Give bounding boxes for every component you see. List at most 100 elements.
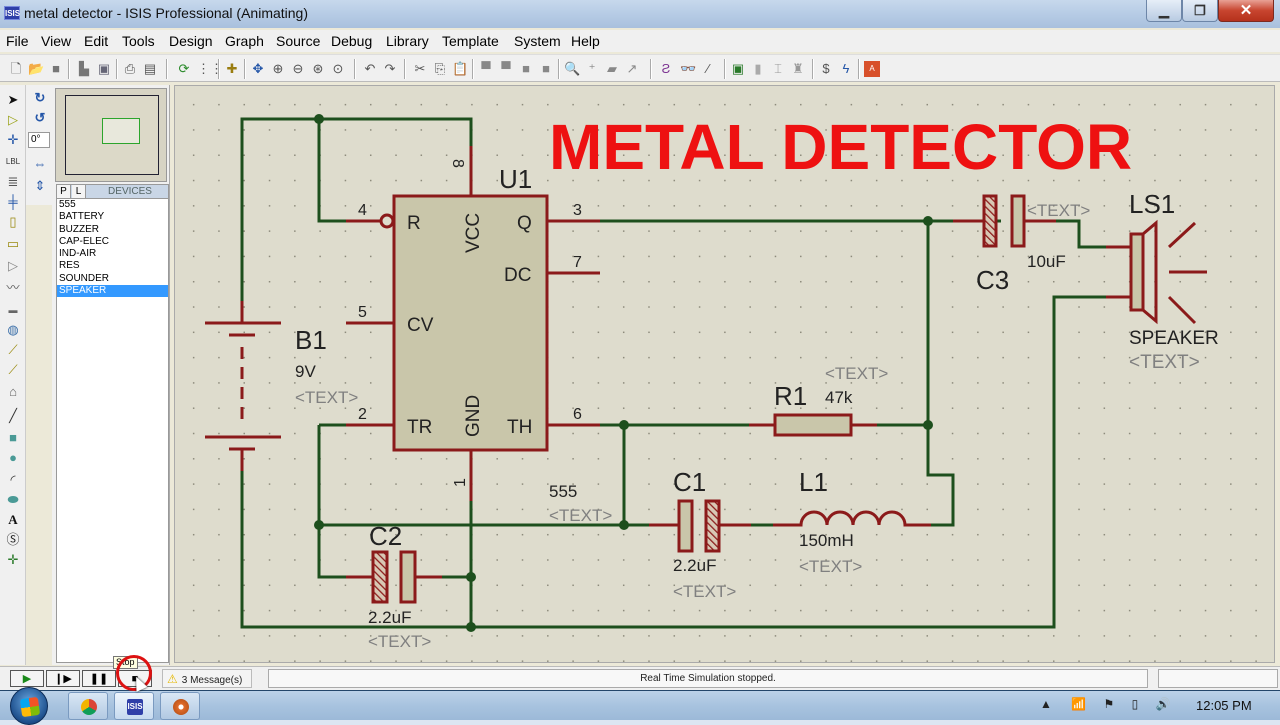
zoom-in-icon[interactable]: ⊕ xyxy=(270,61,286,77)
menu-help[interactable]: Help xyxy=(571,33,600,49)
volume-icon[interactable]: 🔊 xyxy=(1156,697,1171,711)
device-item[interactable]: CAP-ELEC xyxy=(57,236,168,248)
start-button[interactable] xyxy=(10,687,48,725)
subcircuit-icon[interactable]: ▯ xyxy=(4,213,22,231)
l1-inductor[interactable]: L1 150mH <TEXT> xyxy=(773,467,931,576)
menu-debug[interactable]: Debug xyxy=(331,33,372,49)
import-icon[interactable]: ▙ xyxy=(76,61,92,77)
mirror-x-icon[interactable]: ⇔ xyxy=(31,155,49,173)
c3-capacitor[interactable]: C3 10uF <TEXT> xyxy=(953,194,1090,295)
b1-battery[interactable]: B1 9V <TEXT> xyxy=(205,301,358,471)
restore-button[interactable]: ❐ xyxy=(1182,0,1218,22)
remove-sheet-icon[interactable]: ▮ xyxy=(750,61,766,77)
menu-file[interactable]: File xyxy=(6,33,29,49)
refresh-icon[interactable]: ⟳ xyxy=(176,61,192,77)
open-file-icon[interactable]: 📂 xyxy=(28,61,44,77)
c2-capacitor[interactable]: C2 2.2uF <TEXT> xyxy=(346,521,442,651)
r1-resistor[interactable]: R1 47k <TEXT> xyxy=(749,364,888,437)
device-item[interactable]: BUZZER xyxy=(57,224,168,236)
close-button[interactable]: ✕ xyxy=(1218,0,1274,22)
virtual-instruments-icon[interactable]: ⌂ xyxy=(4,383,22,401)
line-icon[interactable]: ╱ xyxy=(4,407,22,425)
export-icon[interactable]: ▣ xyxy=(96,61,112,77)
block-delete-icon[interactable]: ■ xyxy=(538,61,554,77)
symbol-icon[interactable]: Ⓢ xyxy=(4,531,22,549)
ls1-speaker[interactable]: LS1 SPEAKER <TEXT> xyxy=(1106,189,1219,373)
menu-design[interactable]: Design xyxy=(169,33,213,49)
pick-device-icon[interactable]: 🔍 xyxy=(564,61,580,77)
menu-edit[interactable]: Edit xyxy=(84,33,108,49)
new-sheet-icon[interactable]: ▣ xyxy=(730,61,746,77)
action-center-flag-icon[interactable]: ⚑ xyxy=(1104,697,1115,711)
component-mode-icon[interactable]: ▷ xyxy=(4,111,22,129)
block-move-icon[interactable]: ▀ xyxy=(498,61,514,77)
origin-icon[interactable]: ✚ xyxy=(224,61,240,77)
minimize-button[interactable]: ▁ xyxy=(1146,0,1182,22)
save-icon[interactable]: ■ xyxy=(48,61,64,77)
u1-555-timer[interactable]: R Q DC CV TR TH VCC GND 4 3 7 5 2 6 8 1 … xyxy=(346,146,612,525)
undo-icon[interactable]: ↶ xyxy=(362,61,378,77)
make-device-icon[interactable]: ⁺ xyxy=(584,61,600,77)
rotation-angle-input[interactable]: 0° xyxy=(28,132,50,148)
closed-path-icon[interactable]: ⬬ xyxy=(4,491,22,509)
text-icon[interactable]: A xyxy=(4,511,22,529)
wire-label-icon[interactable]: LBL xyxy=(4,153,22,171)
step-button[interactable]: ❙▶ xyxy=(46,670,80,687)
current-probe-icon[interactable]: ⟋ xyxy=(4,361,22,379)
grid-icon[interactable]: ⋮⋮ xyxy=(197,61,223,77)
tape-recorder-icon[interactable]: ▬ xyxy=(4,301,22,319)
zoom-out-icon[interactable]: ⊖ xyxy=(290,61,306,77)
signal-icon[interactable]: 📶 xyxy=(1071,697,1086,711)
rotate-clockwise-icon[interactable]: ↻ xyxy=(31,89,49,107)
overview-window[interactable] xyxy=(55,88,167,182)
zoom-to-child-icon[interactable]: ♜ xyxy=(790,61,806,77)
arc-icon[interactable]: ◜ xyxy=(4,471,22,489)
zoom-all-icon[interactable]: ⊛ xyxy=(310,61,326,77)
block-copy-icon[interactable]: ▀ xyxy=(478,61,494,77)
show-hidden-icons[interactable]: ▲ xyxy=(1040,697,1052,711)
device-item[interactable]: SOUNDER xyxy=(57,273,168,285)
electrical-rule-check-icon[interactable]: ϟ xyxy=(838,61,854,77)
print-icon[interactable]: ⎙ xyxy=(122,61,138,77)
device-item[interactable]: RES xyxy=(57,260,168,272)
messages-indicator[interactable]: ⚠ 3 Message(s) xyxy=(162,669,252,688)
menu-view[interactable]: View xyxy=(41,33,71,49)
circle-icon[interactable]: ● xyxy=(4,449,22,467)
device-item-selected[interactable]: SPEAKER xyxy=(57,285,168,298)
device-item[interactable]: IND-AIR xyxy=(57,248,168,260)
property-assignment-tool-icon[interactable]: ⁄ xyxy=(700,61,716,77)
taskbar-isis[interactable]: ISIS xyxy=(114,692,154,720)
c1-capacitor[interactable]: C1 2.2uF <TEXT> xyxy=(649,467,751,601)
device-pins-icon[interactable]: ▷ xyxy=(4,257,22,275)
play-button[interactable]: ▶ xyxy=(10,670,44,687)
menu-library[interactable]: Library xyxy=(386,33,429,49)
clock[interactable]: 12:05 PM xyxy=(1196,698,1252,713)
pause-button[interactable]: ❚❚ xyxy=(82,670,116,687)
block-rotate-icon[interactable]: ■ xyxy=(518,61,534,77)
library-manager-button[interactable]: L xyxy=(72,185,86,198)
pick-devices-button[interactable]: P xyxy=(57,185,71,198)
rotate-anticlockwise-icon[interactable]: ↺ xyxy=(31,109,49,127)
decompose-icon[interactable]: ↗ xyxy=(624,61,640,77)
buses-icon[interactable]: ╪ xyxy=(4,193,22,211)
menu-source[interactable]: Source xyxy=(276,33,320,49)
overview-viewport[interactable] xyxy=(102,118,140,144)
device-item[interactable]: BATTERY xyxy=(57,211,168,223)
taskbar-paint[interactable] xyxy=(160,692,200,720)
box-icon[interactable]: ■ xyxy=(4,429,22,447)
exit-to-parent-icon[interactable]: ⌶ xyxy=(770,61,786,77)
generator-icon[interactable]: ◍ xyxy=(4,321,22,339)
packaging-tool-icon[interactable]: ▰ xyxy=(604,61,620,77)
redo-icon[interactable]: ↷ xyxy=(382,61,398,77)
battery-icon[interactable]: ▯ xyxy=(1132,697,1139,711)
bill-of-materials-icon[interactable]: $ xyxy=(818,61,834,77)
mirror-y-icon[interactable]: ⇕ xyxy=(31,177,49,195)
graph-icon[interactable]: 〰 xyxy=(4,279,22,297)
marker-icon[interactable]: ✛ xyxy=(4,551,22,569)
print-area-icon[interactable]: ▤ xyxy=(142,61,158,77)
voltage-probe-icon[interactable]: ⟋ xyxy=(4,341,22,359)
copy-icon[interactable]: ⎘ xyxy=(432,61,448,77)
pan-icon[interactable]: ✥ xyxy=(250,61,266,77)
new-file-icon[interactable]: 🗋 xyxy=(8,61,24,77)
junction-dot-icon[interactable]: ✛ xyxy=(4,131,22,149)
